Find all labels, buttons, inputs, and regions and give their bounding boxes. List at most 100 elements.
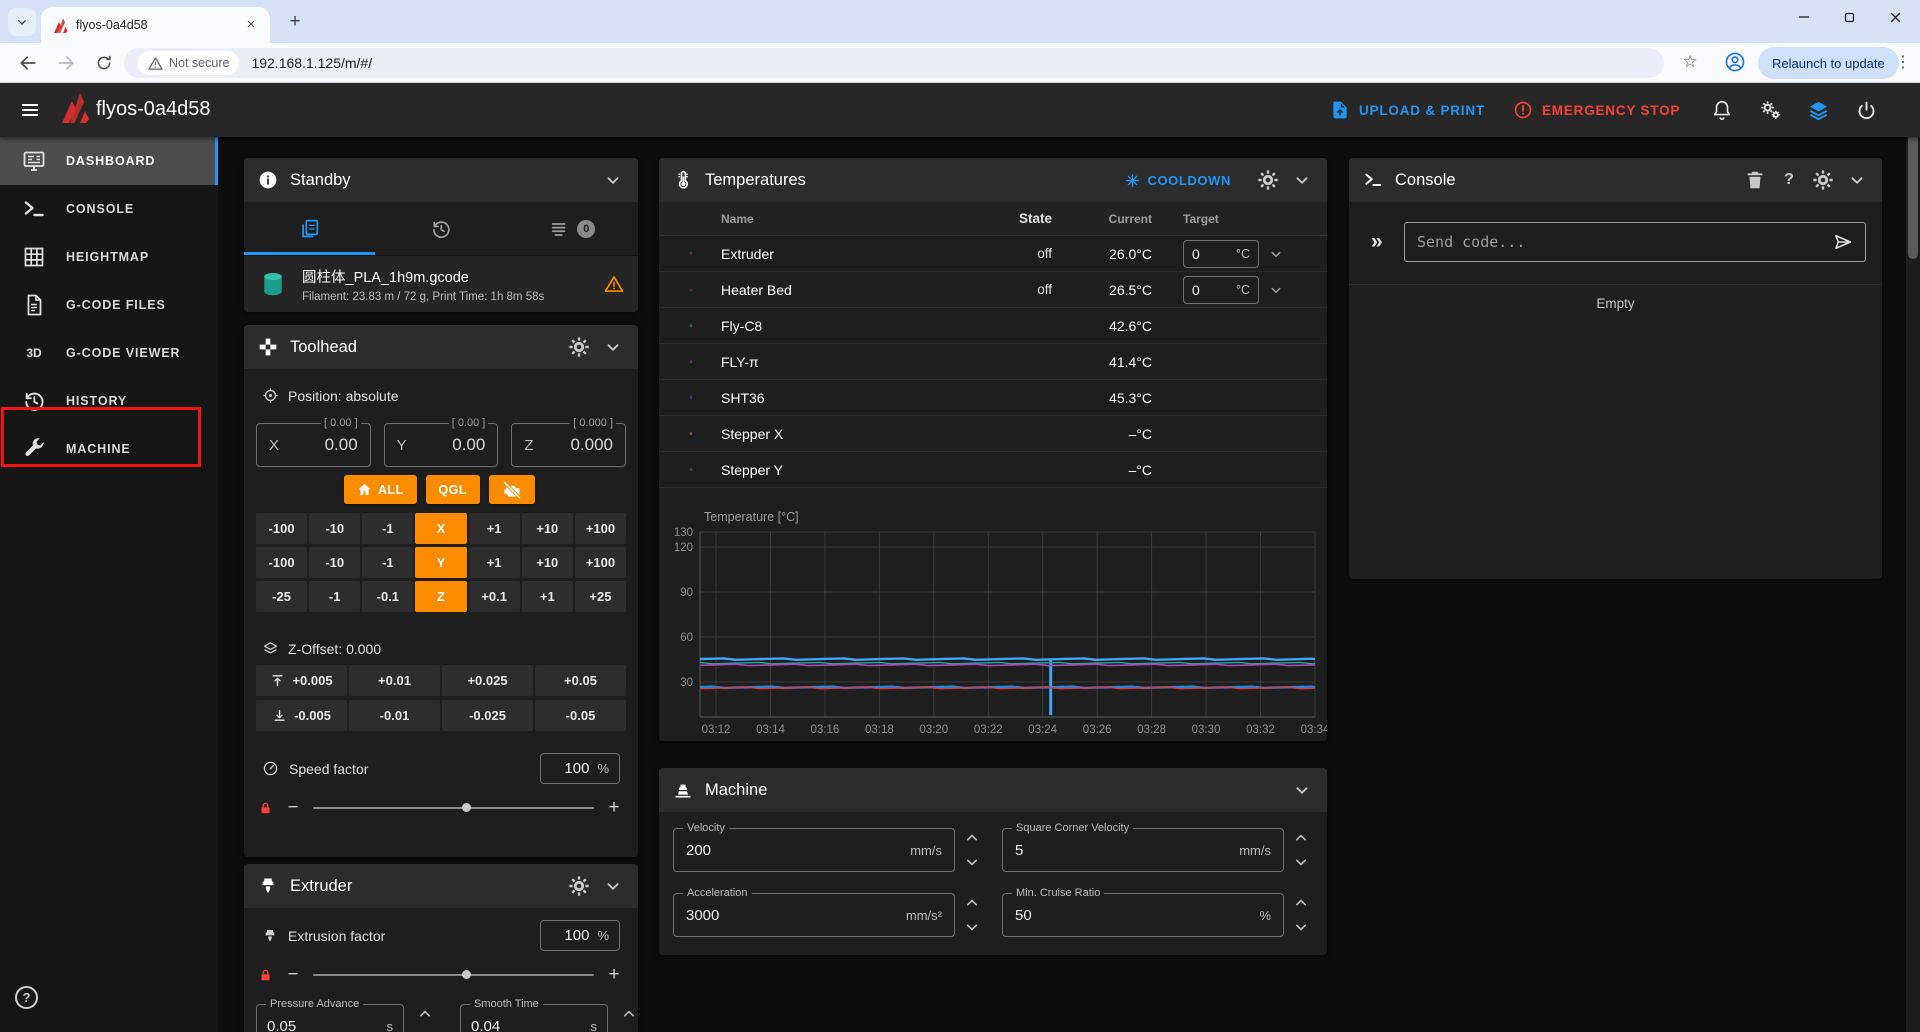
relaunch-update-button[interactable]: Relaunch to update	[1758, 47, 1899, 79]
smooth-time-increment-button[interactable]	[618, 1004, 638, 1024]
new-tab-button[interactable]: +	[283, 10, 307, 34]
console-settings-gear-icon[interactable]	[1812, 169, 1834, 191]
z-offset-down--0.025[interactable]: -0.025	[442, 700, 533, 731]
jog-button-z-+25[interactable]: +25	[575, 581, 626, 612]
z-offset-down--0.005[interactable]: -0.005	[256, 700, 347, 731]
sidebar-item-g-code-viewer[interactable]: 3DG-CODE VIEWER	[0, 329, 218, 377]
min-cruise-ratio-increment-button[interactable]	[1290, 893, 1312, 913]
address-bar[interactable]: Not secure 192.168.1.125/m/#/	[124, 48, 1664, 78]
layers-button[interactable]	[1806, 98, 1830, 122]
power-button[interactable]	[1854, 98, 1878, 122]
browser-reload-button[interactable]	[88, 47, 120, 79]
z-offset-up-+0.05[interactable]: +0.05	[535, 665, 626, 696]
extrusion-factor-input[interactable]: 100 %	[540, 920, 620, 951]
browser-back-button[interactable]	[12, 47, 44, 79]
extruder-settings-gear-icon[interactable]	[568, 875, 590, 897]
slider-thumb[interactable]	[462, 803, 471, 812]
square-corner-velocity-field[interactable]: Square Corner Velocity5mm/s	[1002, 828, 1284, 872]
home-all-button[interactable]: ALL	[344, 475, 417, 504]
min-cruise-ratio-decrement-button[interactable]	[1290, 917, 1312, 937]
sidebar-item-history[interactable]: HISTORY	[0, 377, 218, 425]
temperature-chart[interactable]: 13012090603003:1203:1403:1603:1803:2003:…	[659, 495, 1327, 741]
notifications-bell-button[interactable]	[1710, 98, 1734, 122]
speed-factor-slider[interactable]	[313, 807, 594, 809]
smooth-time-decrement-button[interactable]	[618, 1028, 638, 1032]
z-offset-down--0.05[interactable]: -0.05	[535, 700, 626, 731]
jog-button-y--1[interactable]: -1	[362, 547, 413, 578]
console-help-button[interactable]: ?	[1778, 169, 1800, 191]
extrusion-decrease-button[interactable]: −	[283, 964, 303, 986]
temperatures-settings-gear-icon[interactable]	[1257, 169, 1279, 191]
tab-current-file[interactable]	[244, 202, 375, 255]
jog-button-x--100[interactable]: -100	[256, 513, 307, 544]
help-button[interactable]: ?	[15, 986, 38, 1009]
jog-button-x-+1[interactable]: +1	[469, 513, 520, 544]
settings-gears-button[interactable]	[1758, 98, 1782, 122]
bookmark-star-icon[interactable]: ☆	[1677, 49, 1703, 75]
temperatures-panel-header[interactable]: Temperatures COOLDOWN	[659, 158, 1327, 202]
sidebar-item-heightmap[interactable]: HEIGHTMAP	[0, 233, 218, 281]
console-expand-button[interactable]: »	[1371, 230, 1383, 254]
position-field-x[interactable]: [ 0.00 ]X0.00	[256, 423, 371, 467]
position-field-y[interactable]: [ 0.00 ]Y0.00	[384, 423, 499, 467]
jog-button-z--1[interactable]: -1	[309, 581, 360, 612]
z-offset-up-+0.01[interactable]: +0.01	[349, 665, 440, 696]
jog-button-y-+1[interactable]: +1	[469, 547, 520, 578]
tab-reprint[interactable]	[375, 202, 506, 255]
target-temperature-input[interactable]: 0°C	[1183, 276, 1259, 304]
extrusion-factor-slider[interactable]	[313, 974, 594, 976]
jog-button-x-+100[interactable]: +100	[575, 513, 626, 544]
collapse-chevron-icon[interactable]	[602, 169, 624, 191]
speed-factor-input[interactable]: 100 %	[540, 753, 620, 784]
toolhead-panel-header[interactable]: Toolhead	[244, 325, 638, 369]
extrusion-increase-button[interactable]: +	[604, 964, 624, 986]
browser-forward-button[interactable]	[50, 47, 82, 79]
jog-axis-z[interactable]: Z	[415, 581, 466, 612]
console-panel-header[interactable]: Console ?	[1349, 158, 1882, 202]
jog-button-x--10[interactable]: -10	[309, 513, 360, 544]
jog-button-y--100[interactable]: -100	[256, 547, 307, 578]
sidebar-item-machine[interactable]: MACHINE	[0, 425, 218, 473]
browser-tab[interactable]: flyos-0a4d58 ×	[41, 7, 270, 43]
upload-print-button[interactable]: UPLOAD & PRINT	[1330, 83, 1485, 137]
toolhead-settings-gear-icon[interactable]	[568, 336, 590, 358]
sidebar-item-dashboard[interactable]: DASHBOARD	[0, 137, 218, 185]
tab-job-queue[interactable]: 0	[507, 202, 638, 255]
cooldown-button[interactable]: COOLDOWN	[1125, 173, 1231, 188]
velocity-field[interactable]: Velocity200mm/s	[673, 828, 955, 872]
velocity-increment-button[interactable]	[961, 828, 983, 848]
jog-button-z-+0.1[interactable]: +0.1	[469, 581, 520, 612]
collapse-chevron-icon[interactable]	[602, 336, 624, 358]
target-temperature-input[interactable]: 0°C	[1183, 240, 1259, 268]
speed-increase-button[interactable]: +	[604, 797, 624, 819]
jog-button-y-+10[interactable]: +10	[522, 547, 573, 578]
browser-menu-button[interactable]: ⋮	[1890, 49, 1916, 75]
acceleration-increment-button[interactable]	[961, 893, 983, 913]
pressure-advance-field[interactable]: Pressure Advance 0.05 s	[256, 1004, 404, 1032]
current-file-row[interactable]: 圆柱体_PLA_1h9m.gcode Filament: 23.83 m / 7…	[244, 256, 638, 312]
jog-axis-y[interactable]: Y	[415, 547, 466, 578]
collapse-chevron-icon[interactable]	[1846, 169, 1868, 191]
jog-button-x--1[interactable]: -1	[362, 513, 413, 544]
square-corner-velocity-decrement-button[interactable]	[1290, 852, 1312, 872]
extruder-panel-header[interactable]: Extruder	[244, 864, 638, 908]
z-offset-up-+0.005[interactable]: +0.005	[256, 665, 347, 696]
status-panel-header[interactable]: Standby	[244, 158, 638, 202]
z-offset-up-+0.025[interactable]: +0.025	[442, 665, 533, 696]
target-preset-dropdown[interactable]	[1267, 281, 1285, 299]
jog-button-z--25[interactable]: -25	[256, 581, 307, 612]
sidebar-item-g-code-files[interactable]: G-CODE FILES	[0, 281, 218, 329]
collapse-chevron-icon[interactable]	[1291, 169, 1313, 191]
clear-console-trash-icon[interactable]	[1744, 169, 1766, 191]
smooth-time-field[interactable]: Smooth Time 0.04 s	[460, 1004, 608, 1032]
window-close-button[interactable]	[1874, 0, 1916, 34]
jog-axis-x[interactable]: X	[415, 513, 466, 544]
acceleration-field[interactable]: Acceleration3000mm/s²	[673, 893, 955, 937]
speed-decrease-button[interactable]: −	[283, 797, 303, 819]
velocity-decrement-button[interactable]	[961, 852, 983, 872]
motors-off-button[interactable]	[489, 475, 535, 504]
z-offset-down--0.01[interactable]: -0.01	[349, 700, 440, 731]
square-corner-velocity-increment-button[interactable]	[1290, 828, 1312, 848]
window-maximize-button[interactable]	[1828, 0, 1870, 34]
slider-thumb[interactable]	[462, 970, 471, 979]
